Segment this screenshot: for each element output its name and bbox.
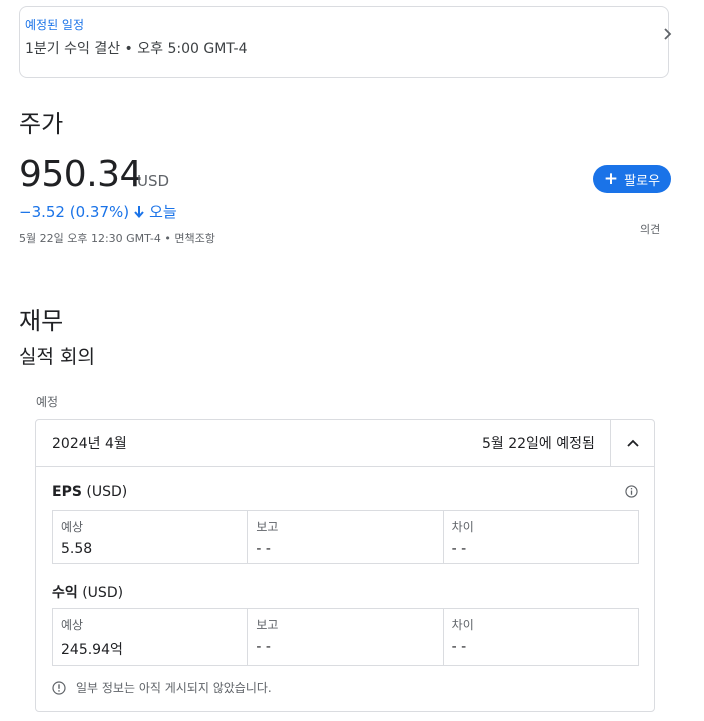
eps-reported-cell: 보고 - - xyxy=(247,510,444,564)
revenue-surprise-value: - - xyxy=(451,639,467,655)
eps-surprise-value: - - xyxy=(451,541,467,557)
info-icon[interactable] xyxy=(625,485,638,498)
alert-icon xyxy=(52,680,66,695)
price-timestamp[interactable]: 5월 22일 오후 12:30 GMT-4 • 면책조항 xyxy=(19,230,215,246)
eps-table: 예상 5.58 보고 - - 차이 - - xyxy=(51,510,640,564)
revenue-reported-value: - - xyxy=(256,639,271,655)
eps-estimate-value: 5.58 xyxy=(61,541,93,557)
earnings-period: 2024년 4월 xyxy=(52,436,127,452)
eps-surprise-label: 차이 xyxy=(451,520,474,534)
eps-estimate-label: 예상 xyxy=(61,520,84,534)
revenue-estimate-cell: 예상 245.94억 xyxy=(51,608,249,666)
revenue-surprise-cell: 차이 - - xyxy=(442,608,640,666)
scheduled-label: 예정 xyxy=(36,395,59,409)
feedback-link[interactable]: 의견 xyxy=(640,221,660,237)
eps-surprise-cell: 차이 - - xyxy=(442,510,640,564)
scheduled-event-text: 1분기 수익 결산 • 오후 5:00 GMT-4 xyxy=(25,41,248,57)
notice-row: 일부 정보는 아직 게시되지 않았습니다. xyxy=(52,679,272,696)
revenue-reported-label: 보고 xyxy=(256,618,279,632)
stock-heading: 주가 xyxy=(19,110,64,138)
stock-price: 950.34 xyxy=(19,154,142,195)
follow-button[interactable]: + 팔로우 xyxy=(593,165,671,193)
stock-currency: USD xyxy=(137,172,170,190)
revenue-surprise-label: 차이 xyxy=(451,618,474,632)
arrow-down-icon xyxy=(134,205,144,218)
finance-heading: 재무 xyxy=(19,307,64,335)
price-change-period: 오늘 xyxy=(149,203,177,221)
revenue-table: 예상 245.94억 보고 - - 차이 - - xyxy=(51,608,640,666)
eps-title-unit: (USD) xyxy=(86,484,128,500)
chevron-up-icon xyxy=(626,439,639,447)
revenue-title-bold: 수익 xyxy=(52,585,78,601)
notice-text: 일부 정보는 아직 게시되지 않았습니다. xyxy=(76,681,272,695)
revenue-estimate-label: 예상 xyxy=(61,618,84,632)
earnings-scheduled-date: 5월 22일에 예정됨 xyxy=(482,436,595,452)
eps-reported-value: - - xyxy=(256,541,271,557)
eps-title-bold: EPS xyxy=(52,484,82,500)
price-change-row: −3.52 (0.37%) 오늘 xyxy=(19,201,177,222)
eps-title: EPS (USD) xyxy=(52,484,127,500)
follow-button-label: 팔로우 xyxy=(624,173,661,189)
scheduled-event-label: 예정된 일정 xyxy=(25,18,85,32)
revenue-title: 수익 (USD) xyxy=(52,582,123,602)
eps-estimate-cell: 예상 5.58 xyxy=(51,510,249,564)
revenue-estimate-value: 245.94억 xyxy=(61,642,123,658)
earnings-call-heading: 실적 회의 xyxy=(19,346,95,368)
revenue-title-unit: (USD) xyxy=(82,585,124,601)
plus-icon: + xyxy=(603,168,619,189)
revenue-reported-cell: 보고 - - xyxy=(247,608,444,666)
eps-reported-label: 보고 xyxy=(256,520,279,534)
price-change: −3.52 (0.37%) xyxy=(19,202,130,221)
chevron-right-icon[interactable] xyxy=(660,27,674,41)
collapse-button[interactable] xyxy=(611,420,654,466)
